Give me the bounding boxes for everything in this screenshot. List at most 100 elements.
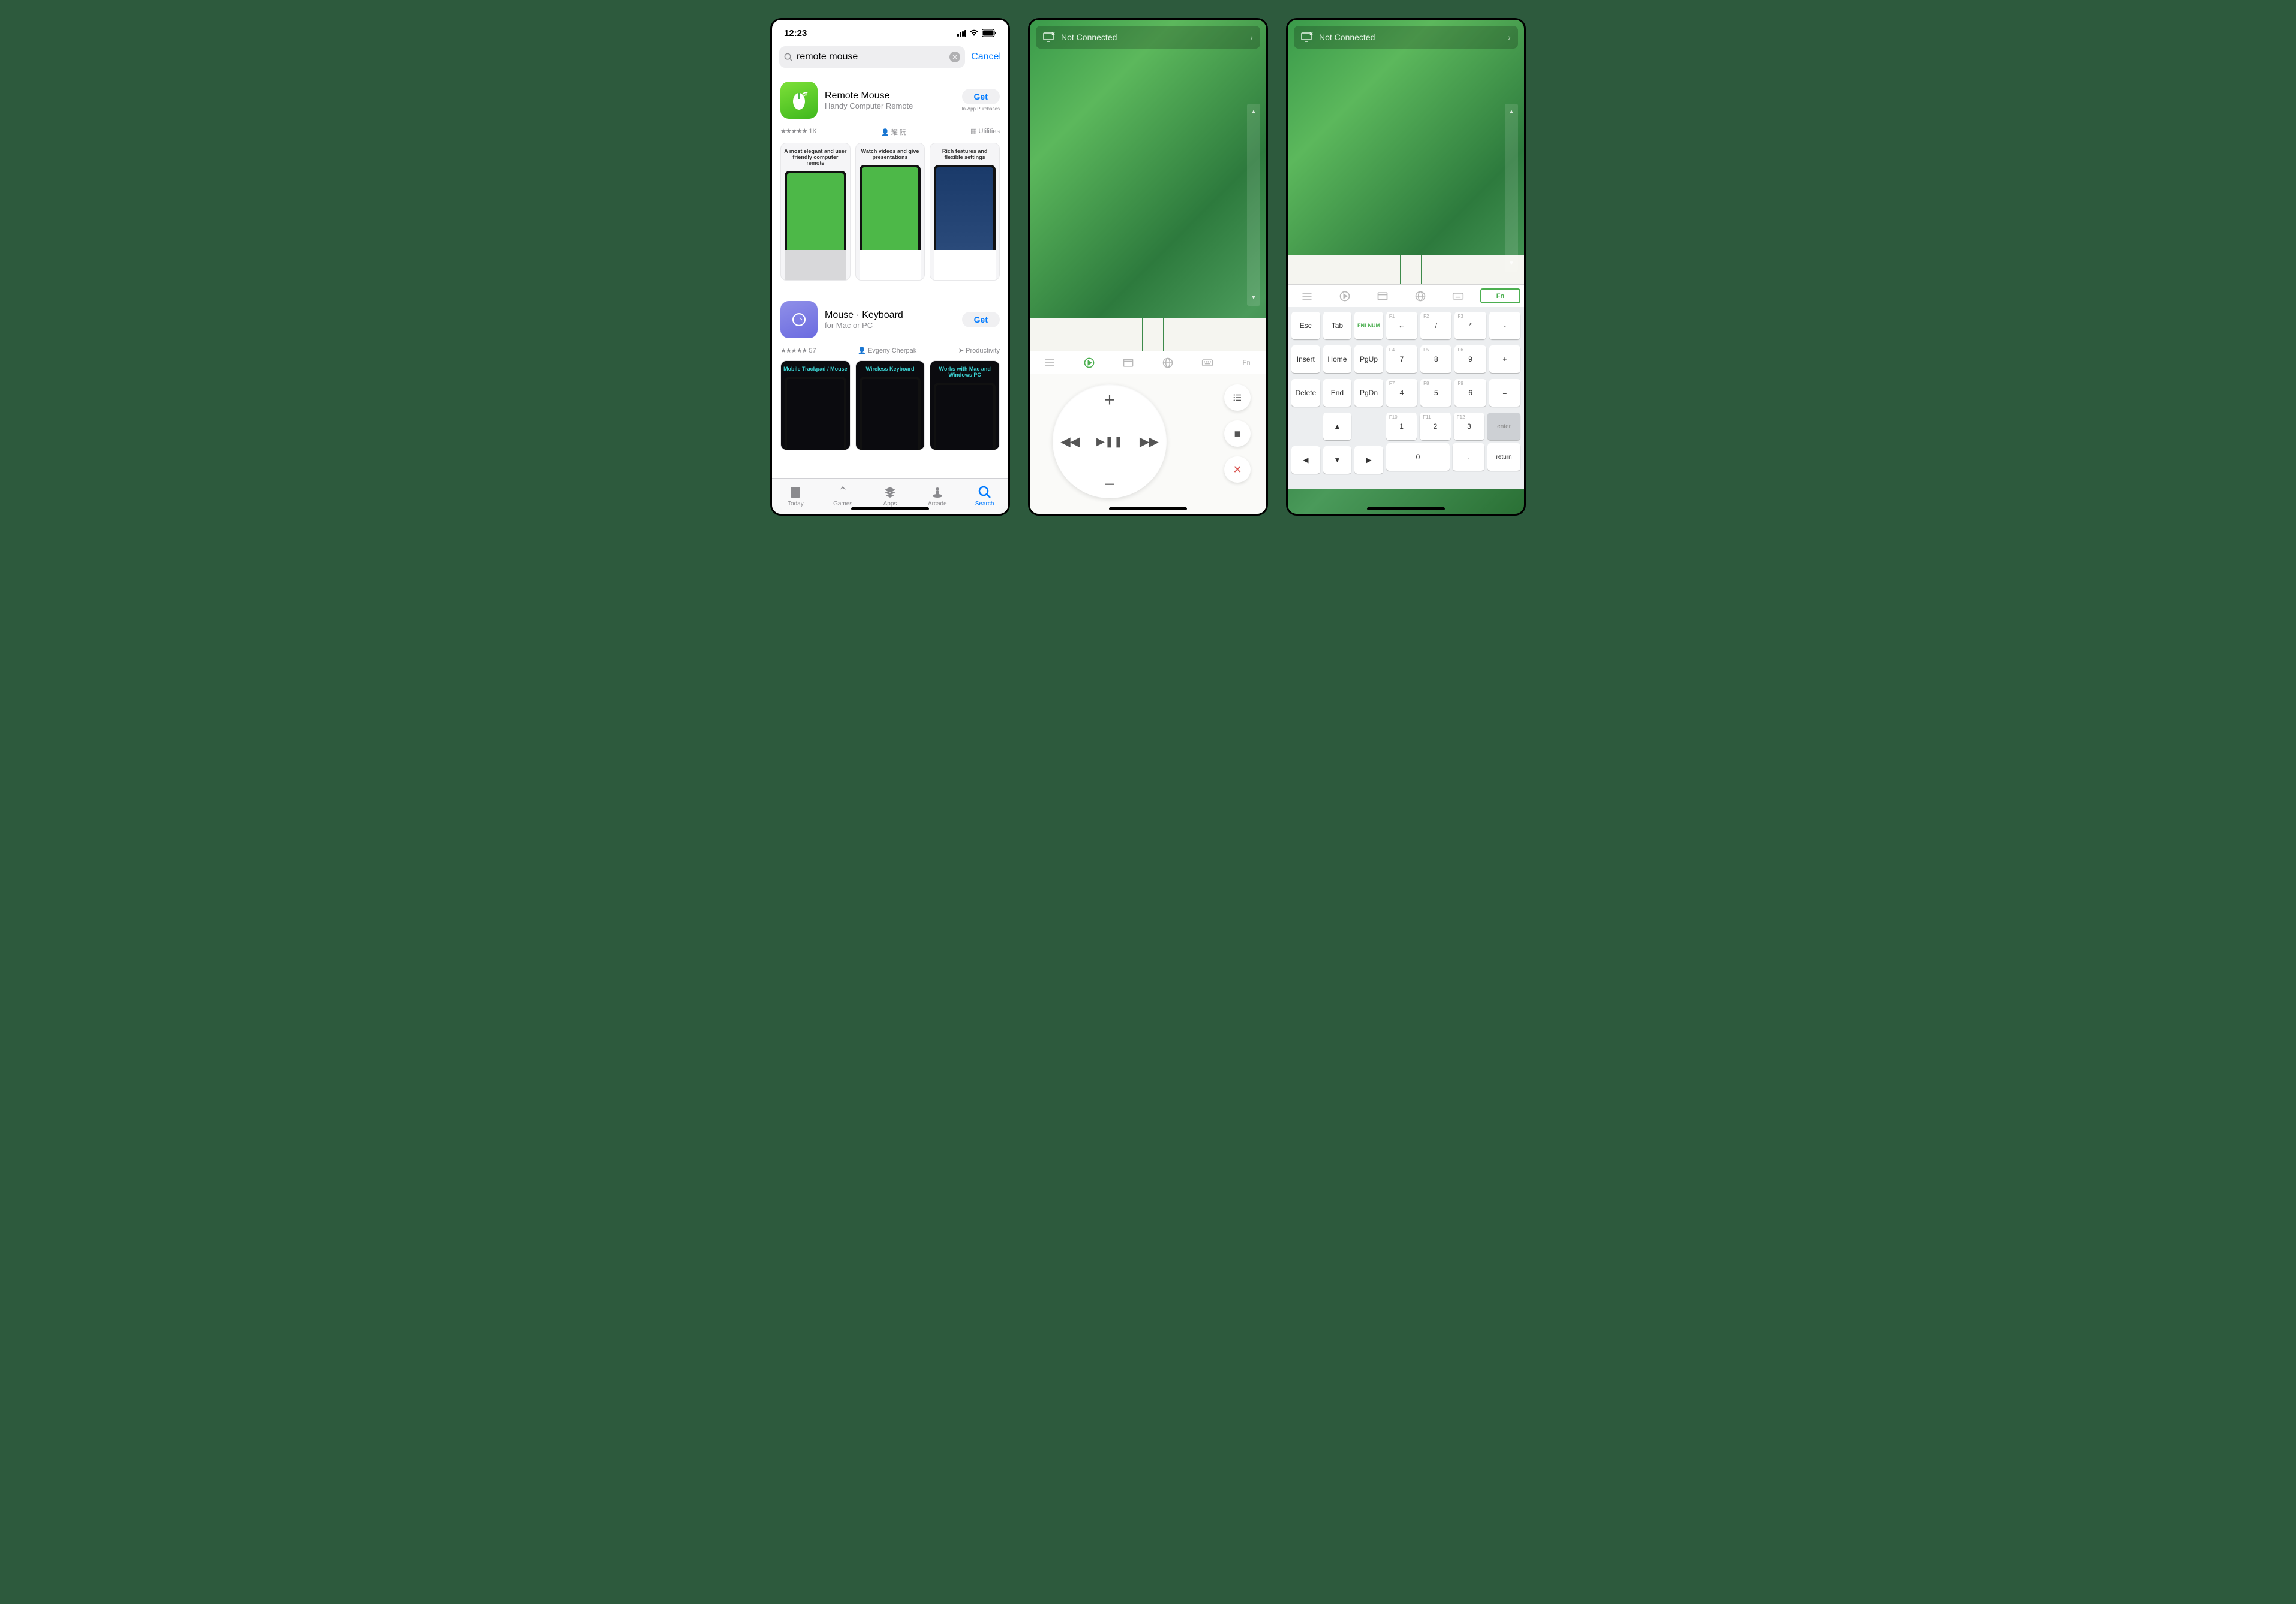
home-indicator[interactable]: [1367, 507, 1445, 510]
key-f2[interactable]: F2/: [1420, 312, 1451, 339]
cancel-button[interactable]: Cancel: [971, 52, 1001, 62]
search-field[interactable]: ✕: [779, 46, 965, 68]
key-f11[interactable]: F112: [1420, 413, 1450, 440]
screenshot[interactable]: Works with Mac and Windows PC: [930, 360, 1000, 450]
get-button[interactable]: Get: [962, 312, 1000, 327]
iap-label: In-App Purchases: [961, 106, 1000, 112]
key-right[interactable]: ▶: [1354, 446, 1383, 474]
screenshot[interactable]: Wireless Keyboard: [855, 360, 925, 450]
key-equals[interactable]: =: [1489, 379, 1520, 407]
screenshot[interactable]: Watch videos and give presentations: [855, 143, 925, 281]
app-icon: [780, 82, 818, 119]
key-f12[interactable]: F123: [1454, 413, 1484, 440]
search-icon: [784, 53, 793, 62]
key-tab[interactable]: Tab: [1323, 312, 1352, 339]
app-category: ▦ Utilities: [970, 127, 1000, 137]
status-bar: 12:23: [772, 20, 1008, 46]
monitor-disconnected-icon: [1301, 32, 1313, 43]
chevron-down-icon: ▼: [1508, 260, 1514, 267]
search-input[interactable]: [797, 52, 946, 62]
screenshot[interactable]: A most elegant and user friendly compute…: [780, 143, 851, 281]
scroll-strip[interactable]: ▲▼: [1247, 104, 1260, 306]
key-enter[interactable]: enter: [1487, 413, 1520, 440]
get-button[interactable]: Get: [962, 89, 1000, 104]
key-f1[interactable]: F1←: [1386, 312, 1417, 339]
middle-click-button[interactable]: [1401, 255, 1422, 284]
mode-menu[interactable]: [1030, 351, 1069, 374]
left-click-button[interactable]: [1288, 255, 1400, 284]
app-meta: ★★★★★ 1K 👤 耀 阮 ▦ Utilities: [780, 125, 1000, 143]
mode-window[interactable]: [1363, 285, 1401, 307]
mode-web[interactable]: [1148, 351, 1188, 374]
mode-window[interactable]: [1108, 351, 1148, 374]
key-f10[interactable]: F101: [1386, 413, 1417, 440]
key-f8[interactable]: F85: [1420, 379, 1451, 407]
app-result-mouse-keyboard[interactable]: Mouse · Keyboard for Mac or PC Get ★★★★★…: [772, 293, 1008, 450]
key-f3[interactable]: F3*: [1454, 312, 1486, 339]
mode-keyboard[interactable]: [1188, 351, 1227, 374]
scroll-strip[interactable]: ▲▼: [1505, 104, 1518, 272]
app-result-remote-mouse[interactable]: Remote Mouse Handy Computer Remote Get I…: [772, 73, 1008, 281]
key-0[interactable]: 0: [1386, 443, 1450, 471]
mode-keyboard[interactable]: [1439, 285, 1477, 307]
app-title: Remote Mouse: [825, 91, 954, 101]
mode-fn[interactable]: Fn: [1227, 351, 1266, 374]
connection-banner[interactable]: Not Connected ›: [1036, 26, 1260, 49]
battery-icon: [982, 29, 996, 37]
key-home[interactable]: Home: [1323, 345, 1352, 373]
rating-count: 1K: [809, 128, 816, 135]
key-f9[interactable]: F96: [1454, 379, 1486, 407]
monitor-disconnected-icon: [1043, 32, 1055, 43]
phone-appstore: 12:23 ✕ Cancel Remote Mouse Handy Comput…: [770, 18, 1010, 516]
playlist-button[interactable]: [1224, 384, 1251, 411]
key-down[interactable]: ▼: [1323, 446, 1352, 474]
connection-banner[interactable]: Not Connected ›: [1294, 26, 1518, 49]
phone-remote-media: Not Connected › ▲▼ Fn ＋ － ◀◀ ▶▶ ▶❚❚ ■ ✕: [1028, 18, 1268, 516]
key-end[interactable]: End: [1323, 379, 1352, 407]
screenshot-row[interactable]: Mobile Trackpad / Mouse Wireless Keyboar…: [780, 360, 1000, 450]
wifi-icon: [969, 29, 979, 37]
mode-bar: Fn: [1288, 284, 1524, 307]
key-f5[interactable]: F58: [1420, 345, 1451, 373]
middle-click-button[interactable]: [1143, 318, 1164, 351]
mouse-buttons: [1030, 318, 1266, 351]
key-f7[interactable]: F74: [1386, 379, 1417, 407]
home-indicator[interactable]: [851, 507, 929, 510]
mode-web[interactable]: [1401, 285, 1439, 307]
key-f4[interactable]: F47: [1386, 345, 1417, 373]
screenshot[interactable]: Mobile Trackpad / Mouse: [780, 360, 851, 450]
key-left[interactable]: ◀: [1291, 446, 1320, 474]
cellular-icon: [957, 30, 966, 37]
key-plus[interactable]: +: [1489, 345, 1520, 373]
mode-menu[interactable]: [1288, 285, 1326, 307]
clear-icon[interactable]: ✕: [949, 52, 960, 62]
tab-search[interactable]: Search: [961, 479, 1008, 514]
key-up[interactable]: ▲: [1323, 413, 1352, 440]
close-button[interactable]: ✕: [1224, 456, 1251, 483]
key-f6[interactable]: F69: [1454, 345, 1486, 373]
key-pgdn[interactable]: PgDn: [1354, 379, 1383, 407]
screenshot[interactable]: Rich features and flexible settings: [930, 143, 1000, 281]
key-pgup[interactable]: PgUp: [1354, 345, 1383, 373]
home-indicator[interactable]: [1109, 507, 1187, 510]
key-return[interactable]: return: [1487, 443, 1520, 471]
key-insert[interactable]: Insert: [1291, 345, 1320, 373]
trackpad-area[interactable]: Not Connected › ▲▼: [1030, 20, 1266, 318]
key-numlock[interactable]: FNLNUM: [1354, 312, 1383, 339]
key-minus[interactable]: -: [1489, 312, 1520, 339]
search-results[interactable]: Remote Mouse Handy Computer Remote Get I…: [772, 73, 1008, 478]
mode-media[interactable]: [1069, 351, 1109, 374]
app-icon: [780, 301, 818, 338]
key-dot[interactable]: .: [1453, 443, 1484, 471]
tab-today[interactable]: Today: [772, 479, 819, 514]
trackpad-area[interactable]: Not Connected › ▲▼: [1288, 20, 1524, 255]
mode-fn[interactable]: Fn: [1480, 288, 1520, 303]
left-click-button[interactable]: [1030, 318, 1142, 351]
key-esc[interactable]: Esc: [1291, 312, 1320, 339]
mode-media[interactable]: [1326, 285, 1363, 307]
stop-button[interactable]: ■: [1224, 420, 1251, 447]
key-delete[interactable]: Delete: [1291, 379, 1320, 407]
play-pause-button[interactable]: ▶❚❚: [1053, 384, 1167, 498]
screenshot-row[interactable]: A most elegant and user friendly compute…: [780, 143, 1000, 281]
right-click-button[interactable]: [1164, 318, 1266, 351]
